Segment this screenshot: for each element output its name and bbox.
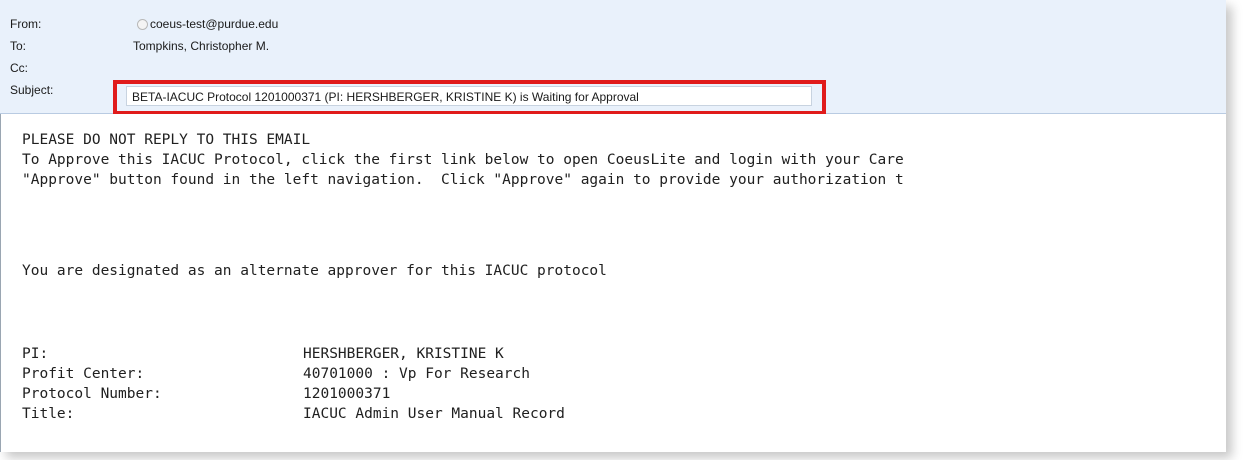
to-row: To: Tompkins, Christopher M. xyxy=(0,35,1226,57)
subject-highlight-box xyxy=(113,80,826,115)
profit-center-value: 40701000 : Vp For Research xyxy=(303,366,530,382)
body-line-designation: You are designated as an alternate appro… xyxy=(22,263,607,279)
cc-label: Cc: xyxy=(10,61,28,75)
from-address[interactable]: coeus-test@purdue.edu xyxy=(150,17,278,31)
protocol-number-value: 1201000371 xyxy=(303,386,391,402)
body-line-instructions-1: To Approve this IACUC Protocol, click th… xyxy=(22,152,904,168)
email-body[interactable]: PLEASE DO NOT REPLY TO THIS EMAIL To App… xyxy=(0,114,1226,452)
email-header: From: coeus-test@purdue.edu To: Tompkins… xyxy=(0,0,1226,115)
body-line-instructions-2: "Approve" button found in the left navig… xyxy=(22,172,904,188)
pi-label: PI: xyxy=(22,346,49,362)
pi-value: HERSHBERGER, KRISTINE K xyxy=(303,346,504,362)
profit-center-label: Profit Center: xyxy=(22,366,145,382)
presence-status-icon[interactable] xyxy=(137,19,148,30)
title-label: Title: xyxy=(22,406,75,422)
from-row: From: coeus-test@purdue.edu xyxy=(0,13,1226,35)
to-label: To: xyxy=(10,39,27,53)
protocol-number-label: Protocol Number: xyxy=(22,386,162,402)
subject-label: Subject: xyxy=(10,83,54,97)
from-label: From: xyxy=(10,17,42,31)
cc-row: Cc: xyxy=(0,57,1226,79)
to-recipient[interactable]: Tompkins, Christopher M. xyxy=(133,39,269,53)
body-line-warning: PLEASE DO NOT REPLY TO THIS EMAIL xyxy=(22,132,311,148)
title-value: IACUC Admin User Manual Record xyxy=(303,406,565,422)
email-reading-pane: From: coeus-test@purdue.edu To: Tompkins… xyxy=(0,0,1226,452)
